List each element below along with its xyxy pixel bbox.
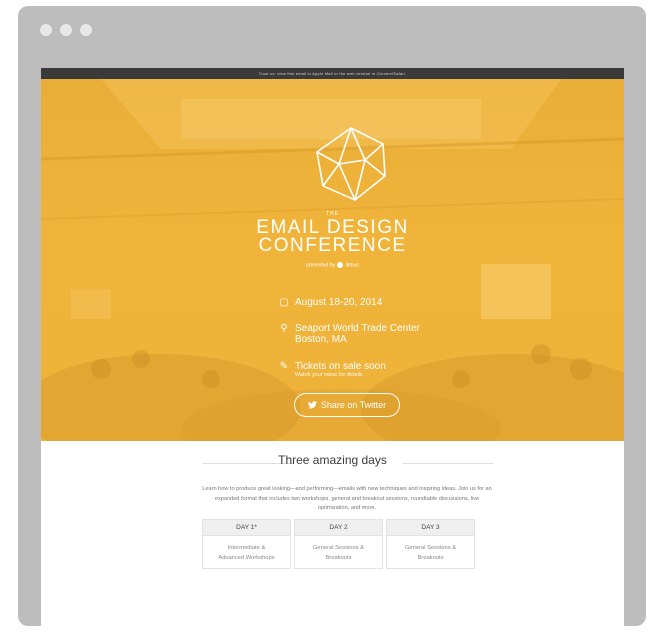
day-description: General Sessions & Breakouts [295, 536, 382, 568]
day-label: DAY 1* [203, 520, 290, 536]
browser-window: Trust us: view this email in Apple Mail … [18, 6, 646, 626]
day-description-line: Breakouts [325, 555, 352, 561]
day-label: DAY 2 [295, 520, 382, 536]
event-date: August 18-20, 2014 [295, 297, 383, 308]
location-pin-icon: ⚲ [280, 323, 288, 334]
ticket-icon: ✎ [279, 361, 289, 372]
section-description: Learn how to produce great looking—and p… [202, 486, 492, 511]
day-label: DAY 3 [387, 520, 474, 536]
day-description-line: General Sessions & [404, 545, 457, 551]
day-description-line: General Sessions & [312, 545, 365, 551]
calendar-icon: ▢ [279, 297, 289, 308]
day-column: DAY 3 General Sessions & Breakouts [386, 519, 475, 569]
day-description-line: Breakouts [417, 555, 444, 561]
conference-title: EMAIL DESIGN CONFERENCE [41, 218, 624, 256]
venue-city: Boston, MA [295, 334, 347, 345]
conference-title-line-2: CONFERENCE [258, 235, 407, 256]
day-column: DAY 1* Intermediate & Advanced Workshops [202, 519, 291, 569]
day-description-line: Intermediate & [227, 545, 266, 551]
day-description-line: Advanced Workshops [218, 555, 275, 561]
venue-name: Seaport World Trade Center [295, 323, 420, 334]
tickets-row: ✎ Tickets on sale soon Watch your inbox … [279, 361, 386, 378]
window-close-dot[interactable] [40, 24, 52, 36]
day-column: DAY 2 General Sessions & Breakouts [294, 519, 383, 569]
hero-section: THE EMAIL DESIGN CONFERENCE presented by… [41, 79, 624, 441]
content-section: Three amazing days Learn how to produce … [41, 441, 624, 626]
event-date-row: ▢ August 18-20, 2014 [279, 297, 382, 309]
geodesic-logo-icon [316, 127, 386, 201]
presented-by: presented by litmus [41, 262, 624, 268]
share-button-label: Share on Twitter [320, 400, 387, 410]
window-maximize-dot[interactable] [80, 24, 92, 36]
twitter-icon [307, 401, 317, 409]
presented-by-label: presented by [306, 262, 336, 269]
email-viewport: Trust us: view this email in Apple Mail … [41, 68, 624, 626]
section-heading: Three amazing days [278, 453, 387, 467]
presenter-name: litmus [345, 262, 359, 269]
tickets-status: Tickets on sale soon [295, 361, 386, 372]
day-description: General Sessions & Breakouts [387, 536, 474, 568]
day-description: Intermediate & Advanced Workshops [203, 536, 290, 568]
window-controls [40, 24, 92, 36]
tickets-subtext: Watch your inbox for details [295, 372, 363, 378]
preheader-bar[interactable]: Trust us: view this email in Apple Mail … [41, 68, 624, 79]
litmus-logo-icon [337, 262, 344, 268]
days-table: DAY 1* Intermediate & Advanced Workshops… [202, 519, 475, 569]
share-on-twitter-button[interactable]: Share on Twitter [294, 393, 400, 417]
window-minimize-dot[interactable] [60, 24, 72, 36]
event-venue-row: ⚲ Seaport World Trade Center Boston, MA [279, 323, 420, 345]
